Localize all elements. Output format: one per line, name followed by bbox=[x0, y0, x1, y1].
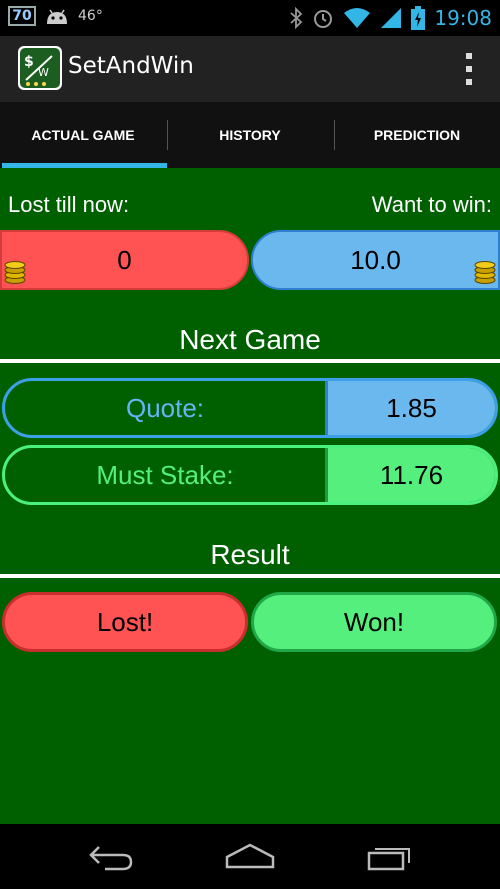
wifi-icon bbox=[344, 8, 371, 28]
lost-label: Lost till now: bbox=[8, 192, 130, 217]
overflow-menu-icon[interactable] bbox=[464, 53, 474, 85]
lost-field[interactable]: 0 bbox=[0, 230, 249, 290]
tab-history[interactable]: HISTORY bbox=[167, 102, 333, 168]
navigation-bar bbox=[0, 824, 500, 889]
signal-icon bbox=[381, 8, 402, 28]
want-label: Want to win: bbox=[371, 192, 492, 217]
app-title: SetAndWin bbox=[68, 53, 194, 79]
game-panel: Lost till now: Want to win: 0 10.0 Next … bbox=[0, 168, 500, 824]
quote-value[interactable]: 1.85 bbox=[325, 381, 495, 435]
back-icon[interactable] bbox=[80, 838, 140, 874]
home-icon[interactable] bbox=[220, 838, 280, 874]
clock: 19:08 bbox=[434, 6, 492, 30]
divider bbox=[0, 574, 500, 578]
bluetooth-icon bbox=[290, 7, 303, 29]
result-heading: Result bbox=[210, 539, 290, 570]
android-icon bbox=[47, 9, 67, 24]
next-game-heading: Next Game bbox=[179, 324, 321, 355]
lost-value: 0 bbox=[117, 244, 132, 275]
tab-prediction[interactable]: PREDICTION bbox=[334, 102, 500, 168]
svg-text:$: $ bbox=[24, 54, 34, 70]
status-bar: 70 46° 19:08 bbox=[0, 0, 500, 36]
alarm-icon bbox=[314, 10, 333, 28]
stake-value: 11.76 bbox=[325, 448, 495, 502]
app-logo-icon[interactable]: $ W bbox=[18, 46, 62, 90]
coins-icon bbox=[474, 261, 496, 284]
quote-row[interactable]: Quote: 1.85 bbox=[2, 378, 498, 438]
want-field[interactable]: 10.0 bbox=[251, 230, 500, 290]
tab-actual-game[interactable]: ACTUAL GAME bbox=[0, 102, 166, 168]
status-left: 70 46° bbox=[8, 6, 103, 26]
lost-button[interactable]: Lost! bbox=[2, 592, 248, 652]
divider bbox=[0, 359, 500, 363]
action-bar: $ W SetAndWin bbox=[0, 36, 500, 102]
coins-icon bbox=[4, 261, 26, 284]
temperature: 46° bbox=[78, 8, 103, 24]
recents-icon[interactable] bbox=[360, 838, 420, 874]
battery-charging-icon bbox=[411, 6, 426, 30]
stake-label: Must Stake: bbox=[96, 459, 234, 490]
want-value: 10.0 bbox=[350, 244, 401, 275]
notification-badge: 70 bbox=[8, 6, 36, 26]
tab-bar: ACTUAL GAME HISTORY PREDICTION bbox=[0, 102, 500, 168]
won-button[interactable]: Won! bbox=[251, 592, 497, 652]
stake-row: Must Stake: 11.76 bbox=[2, 445, 498, 505]
status-right: 19:08 bbox=[289, 6, 492, 30]
quote-label: Quote: bbox=[125, 392, 205, 423]
